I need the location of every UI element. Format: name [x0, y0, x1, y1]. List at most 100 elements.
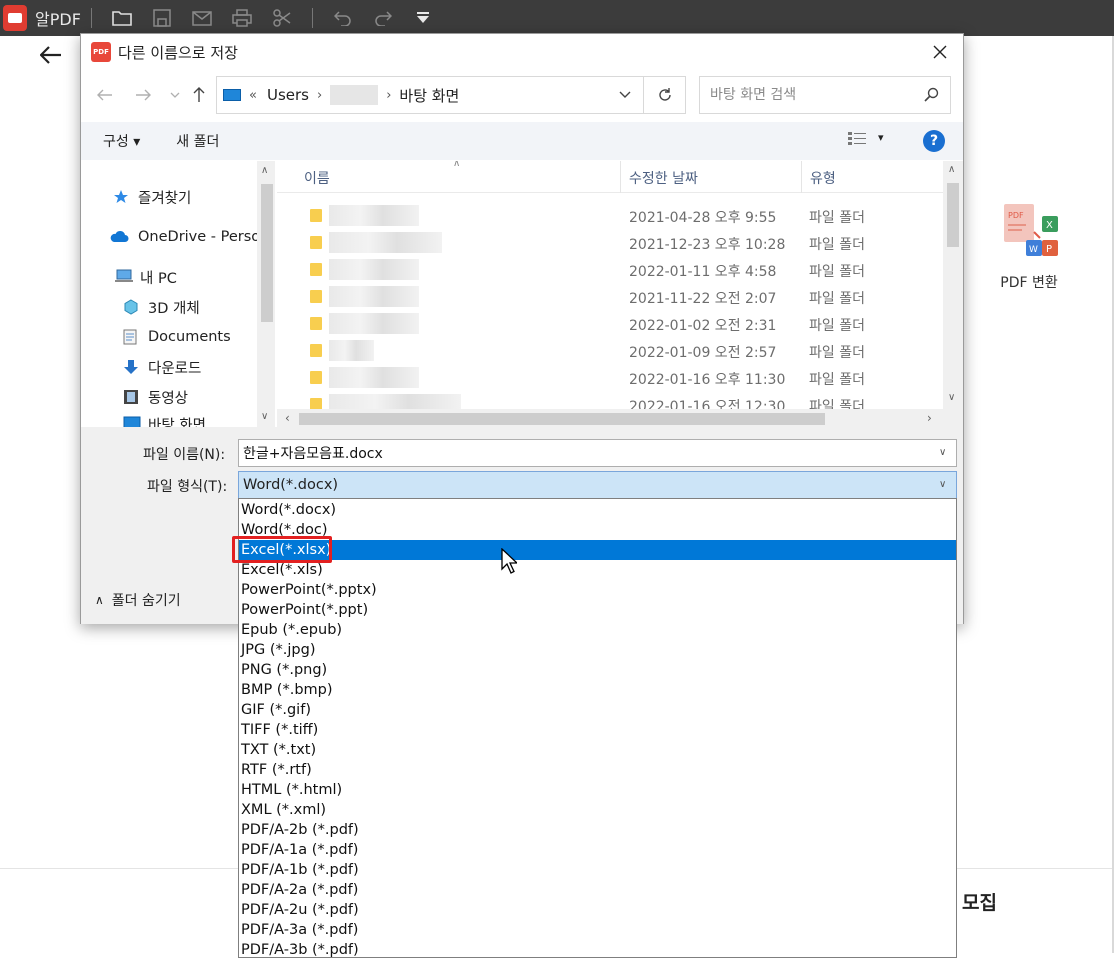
redo-icon[interactable]: [363, 0, 403, 36]
print-icon[interactable]: [222, 0, 262, 36]
view-dropdown-icon[interactable]: ▾: [878, 131, 884, 144]
nav-item-label: 다운로드: [148, 360, 202, 377]
file-type-option[interactable]: PDF/A-2u (*.pdf): [239, 900, 956, 920]
address-bar[interactable]: « Users › › 바탕 화면: [216, 76, 644, 114]
hide-folders-button[interactable]: ∧ 폴더 숨기기: [95, 590, 181, 610]
file-type-option[interactable]: Epub (*.epub): [239, 620, 956, 640]
breadcrumb-overflow[interactable]: «: [249, 88, 257, 103]
column-header-type[interactable]: 유형: [810, 168, 836, 188]
folder-icon: [310, 317, 322, 330]
address-dropdown-button[interactable]: [619, 87, 631, 103]
chevron-right-icon[interactable]: ›: [317, 88, 322, 103]
breadcrumb-desktop[interactable]: 바탕 화면: [399, 85, 459, 106]
breadcrumb-username-redacted[interactable]: [330, 85, 379, 105]
file-type-option[interactable]: RTF (*.rtf): [239, 760, 956, 780]
folder-icon: [310, 236, 322, 249]
up-button[interactable]: [185, 79, 213, 111]
chevron-right-icon[interactable]: ›: [386, 88, 391, 103]
file-type-option[interactable]: TIFF (*.tiff): [239, 720, 956, 740]
file-type-select[interactable]: Word(*.docx): [238, 471, 957, 499]
help-button[interactable]: ?: [923, 130, 945, 152]
view-options-button[interactable]: [848, 132, 866, 150]
nav-item-onedrive[interactable]: OneDrive - Person: [109, 224, 269, 250]
folder-icon[interactable]: [102, 0, 142, 36]
file-type-option[interactable]: TXT (*.txt): [239, 740, 956, 760]
file-row[interactable]: 2021-12-23 오후 10:28 파일 폴더: [277, 229, 945, 256]
file-list-horizontal-scroll-thumb[interactable]: [299, 413, 825, 425]
file-type-option[interactable]: Excel(*.xls): [239, 560, 956, 580]
recruit-text: 모집: [962, 892, 997, 914]
file-type-option[interactable]: JPG (*.jpg): [239, 640, 956, 660]
file-row[interactable]: 2021-11-22 오전 2:07 파일 폴더: [277, 283, 945, 310]
nav-item-videos[interactable]: 동영상: [123, 384, 188, 410]
search-box[interactable]: [699, 76, 951, 114]
command-bar: 구성 ▾ 새 폴더 ▾ ?: [81, 122, 963, 160]
undo-icon[interactable]: [323, 0, 363, 36]
column-header-modified[interactable]: 수정한 날짜: [629, 168, 698, 188]
sort-caret-icon: ∧: [453, 161, 461, 169]
save-icon[interactable]: [142, 0, 182, 36]
file-type-option[interactable]: XML (*.xml): [239, 800, 956, 820]
file-type-option[interactable]: PDF/A-3b (*.pdf): [239, 940, 956, 957]
menu-dropdown-icon[interactable]: [403, 0, 443, 36]
file-row[interactable]: 2022-01-11 오후 4:58 파일 폴더: [277, 256, 945, 283]
scroll-down-icon[interactable]: ∨: [948, 392, 955, 403]
file-row[interactable]: 2021-04-28 오후 9:55 파일 폴더: [277, 202, 945, 229]
scissors-icon[interactable]: [262, 0, 302, 36]
file-type-option[interactable]: PowerPoint(*.ppt): [239, 600, 956, 620]
nav-item-downloads[interactable]: 다운로드: [123, 354, 201, 380]
file-type-option[interactable]: PDF/A-2a (*.pdf): [239, 880, 956, 900]
file-type-option[interactable]: Word(*.docx): [239, 500, 956, 520]
organize-button[interactable]: 구성 ▾: [103, 131, 140, 151]
file-type-option[interactable]: Word(*.doc): [239, 520, 956, 540]
file-row[interactable]: 2022-01-02 오전 2:31 파일 폴더: [277, 310, 945, 337]
file-type-option[interactable]: PDF/A-3a (*.pdf): [239, 920, 956, 940]
file-type-option[interactable]: PowerPoint(*.pptx): [239, 580, 956, 600]
scroll-left-icon[interactable]: ‹: [285, 411, 290, 425]
back-arrow-icon[interactable]: [39, 46, 62, 68]
file-type-option[interactable]: HTML (*.html): [239, 780, 956, 800]
search-input[interactable]: [710, 87, 910, 103]
scroll-up-icon[interactable]: ∧: [261, 165, 268, 176]
file-date: 2021-11-22 오전 2:07: [629, 291, 777, 307]
scroll-down-icon[interactable]: ∨: [261, 411, 268, 422]
file-type-option[interactable]: PDF/A-1a (*.pdf): [239, 840, 956, 860]
nav-item-documents[interactable]: Documents: [123, 324, 231, 350]
file-type-option[interactable]: BMP (*.bmp): [239, 680, 956, 700]
file-name-redacted: [329, 367, 419, 388]
file-type-dropdown-icon[interactable]: ∨: [939, 479, 946, 490]
file-type-option[interactable]: PDF/A-2b (*.pdf): [239, 820, 956, 840]
app-logo-icon: [3, 5, 27, 31]
refresh-button[interactable]: [644, 76, 686, 114]
nav-item-desktop[interactable]: 바탕 화면: [123, 411, 206, 427]
mail-icon[interactable]: [182, 0, 222, 36]
file-type-option[interactable]: PDF/A-1b (*.pdf): [239, 860, 956, 880]
nav-item-this-pc[interactable]: 내 PC: [115, 264, 177, 290]
file-row[interactable]: 2022-01-16 오후 11:30 파일 폴더: [277, 364, 945, 391]
scroll-up-icon[interactable]: ∧: [948, 164, 955, 175]
nav-item-favorites[interactable]: 즐겨찾기: [113, 184, 191, 210]
column-header-name[interactable]: 이름: [304, 168, 330, 188]
column-divider[interactable]: [620, 161, 621, 193]
file-row[interactable]: 2022-01-09 오전 2:57 파일 폴더: [277, 337, 945, 364]
search-icon[interactable]: [924, 87, 940, 107]
pdf-convert-button[interactable]: PDF X W P PDF 변환: [994, 202, 1064, 292]
column-divider[interactable]: [801, 161, 802, 193]
file-type-option[interactable]: Excel(*.xlsx): [239, 540, 956, 560]
svg-text:P: P: [1046, 244, 1052, 255]
toolbar-divider: [90, 8, 92, 28]
nav-pane-scroll-thumb[interactable]: [261, 184, 273, 322]
scroll-right-icon[interactable]: ›: [927, 411, 932, 425]
nav-item-3d-objects[interactable]: 3D 개체: [123, 294, 200, 320]
breadcrumb-users[interactable]: Users: [267, 86, 309, 104]
file-list-vertical-scroll-thumb[interactable]: [947, 183, 959, 247]
close-button[interactable]: [917, 34, 963, 70]
forward-button[interactable]: [129, 79, 157, 111]
file-name-input[interactable]: [238, 439, 957, 467]
file-name-dropdown-icon[interactable]: ∨: [939, 447, 946, 458]
back-button[interactable]: [91, 79, 119, 111]
computer-icon: [115, 269, 133, 285]
new-folder-button[interactable]: 새 폴더: [176, 131, 219, 151]
file-type-option[interactable]: PNG (*.png): [239, 660, 956, 680]
file-type-option[interactable]: GIF (*.gif): [239, 700, 956, 720]
